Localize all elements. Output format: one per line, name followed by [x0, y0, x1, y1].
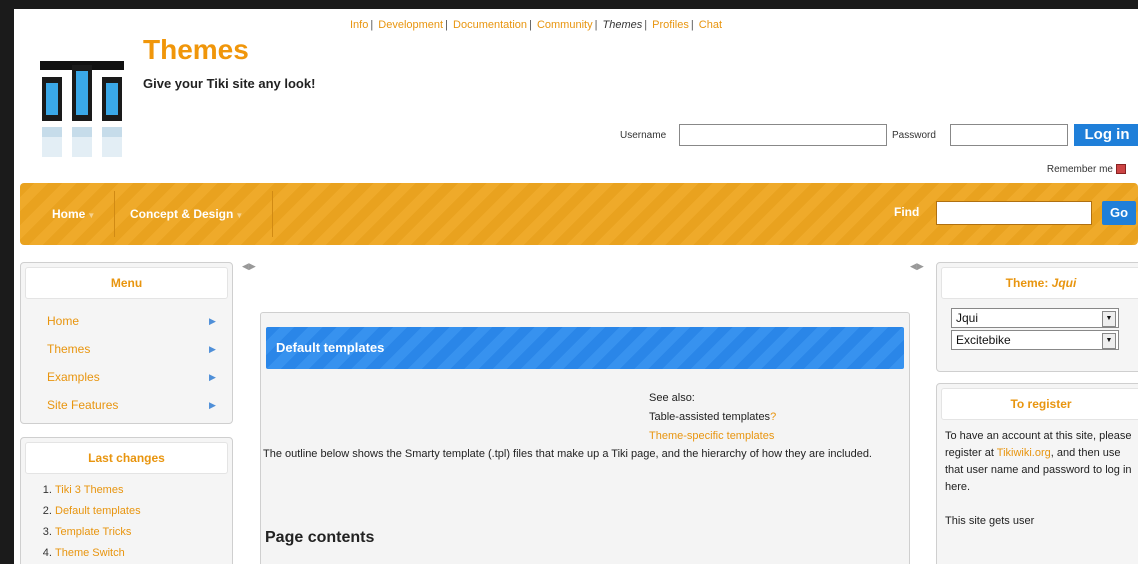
- theme-module-title: Theme: Jqui: [941, 267, 1138, 299]
- nav-item-home[interactable]: Home ▼: [38, 183, 109, 245]
- tiki-logo[interactable]: [40, 55, 134, 165]
- chevron-down-icon: ▼: [1102, 311, 1116, 327]
- chevron-right-icon: ▶: [209, 372, 216, 382]
- top-links: Info | Development | Documentation | Commun…: [350, 19, 723, 31]
- see-also-missing-marker[interactable]: ?: [770, 411, 776, 423]
- remember-me-label: Remember me: [1046, 164, 1113, 175]
- chevron-right-icon: ▶: [209, 344, 216, 354]
- menu-item-label: Site Features: [47, 398, 119, 412]
- menu-item-label: Examples: [47, 370, 100, 384]
- top-link-profiles[interactable]: Profiles: [652, 19, 689, 31]
- site-slogan: Give your Tiki site any look!: [143, 76, 316, 91]
- theme-select-value: Jqui: [956, 311, 979, 325]
- chevron-down-icon: ▼: [87, 211, 96, 220]
- register-text: To have an account at this site, please …: [937, 424, 1138, 534]
- list-item[interactable]: Default templates: [55, 501, 232, 522]
- menu-item-label: Themes: [47, 342, 91, 356]
- menu-module-title: Menu: [25, 267, 228, 299]
- menu-module: Menu Home ▶ Themes ▶ Examples ▶ Site Featur…: [20, 262, 233, 424]
- see-also-link-table[interactable]: Table-assisted templates: [649, 411, 770, 423]
- last-changes-module: Last changes Tiki 3 Themes Default templ…: [20, 437, 233, 564]
- register-module-title: To register: [941, 388, 1138, 420]
- intro-paragraph: The outline below shows the Smarty templ…: [263, 448, 872, 460]
- chevron-right-icon: ▶: [209, 400, 216, 410]
- last-change-link[interactable]: Template Tricks: [55, 526, 131, 538]
- search-input[interactable]: [936, 201, 1092, 225]
- menu-item-label: Home: [47, 314, 80, 328]
- theme-option-select[interactable]: Excitebike ▼: [951, 330, 1119, 350]
- top-link-documentation[interactable]: Documentation: [453, 19, 527, 31]
- nav-divider: [114, 191, 115, 237]
- top-link-info[interactable]: Info: [350, 19, 368, 31]
- register-text-3: This site gets user: [945, 515, 1035, 527]
- menu-item-home[interactable]: Home ▶: [21, 307, 232, 335]
- chevron-right-icon: ▶: [209, 316, 216, 326]
- go-button[interactable]: Go: [1102, 201, 1136, 225]
- top-link-development[interactable]: Development: [378, 19, 443, 31]
- see-also-label: See also:: [649, 392, 695, 404]
- menu-item-themes[interactable]: Themes ▶: [21, 335, 232, 363]
- menu-item-examples[interactable]: Examples ▶: [21, 363, 232, 391]
- site-title: Themes: [143, 34, 249, 65]
- top-link-chat[interactable]: Chat: [699, 19, 722, 31]
- list-item[interactable]: Template Tricks: [55, 522, 232, 543]
- nav-divider: [272, 191, 273, 237]
- nav-item-concept-design[interactable]: Concept & Design ▼: [116, 183, 257, 245]
- see-also-link-theme[interactable]: Theme-specific templates: [649, 427, 776, 446]
- last-changes-title: Last changes: [25, 442, 228, 474]
- username-label: Username: [620, 130, 667, 141]
- chevron-down-icon: ▼: [235, 211, 244, 220]
- main-nav: Home ▼ Concept & Design ▼ Find Go: [20, 183, 1138, 245]
- top-link-community[interactable]: Community: [537, 19, 593, 31]
- remember-me-checkbox[interactable]: [1116, 164, 1126, 175]
- password-input[interactable]: [950, 124, 1068, 146]
- menu-item-site-features[interactable]: Site Features ▶: [21, 391, 232, 419]
- page: Info | Development | Documentation | Commun…: [14, 9, 1138, 564]
- theme-select[interactable]: Jqui ▼: [951, 308, 1119, 328]
- remember-me[interactable]: Remember me: [1047, 164, 1126, 175]
- see-also: See also: Table-assisted templates? Them…: [649, 389, 776, 446]
- list-item[interactable]: Tiki 3 Themes: [55, 480, 232, 501]
- list-item[interactable]: Theme Switch: [55, 543, 232, 564]
- collapse-left-icon[interactable]: ◀▶: [242, 261, 256, 272]
- find-label: Find: [894, 205, 920, 219]
- last-change-link[interactable]: Theme Switch: [55, 547, 125, 559]
- nav-home-label: Home: [52, 207, 86, 221]
- main-content: Default templates See also: Table-assist…: [260, 312, 910, 564]
- username-input[interactable]: [679, 124, 887, 146]
- theme-title-prefix: Theme:: [1005, 276, 1052, 290]
- theme-title-value: Jqui: [1051, 276, 1077, 290]
- theme-module: Theme: Jqui Jqui ▼ Excitebike ▼: [936, 262, 1138, 372]
- theme-option-value: Excitebike: [956, 333, 1011, 347]
- chevron-down-icon: ▼: [1102, 333, 1116, 349]
- login-button[interactable]: Log in: [1074, 124, 1138, 146]
- page-contents-heading: Page contents: [265, 529, 375, 546]
- last-change-link[interactable]: Tiki 3 Themes: [55, 484, 123, 496]
- register-module: To register To have an account at this s…: [936, 383, 1138, 564]
- password-label: Password: [892, 130, 936, 141]
- nav-concept-label: Concept & Design: [130, 207, 234, 221]
- tikiwiki-link[interactable]: Tikiwiki.org: [997, 447, 1051, 459]
- collapse-right-icon[interactable]: ◀▶: [910, 261, 924, 272]
- top-link-themes[interactable]: Themes: [603, 19, 643, 31]
- last-change-link[interactable]: Default templates: [55, 505, 141, 517]
- page-title: Default templates: [266, 327, 904, 369]
